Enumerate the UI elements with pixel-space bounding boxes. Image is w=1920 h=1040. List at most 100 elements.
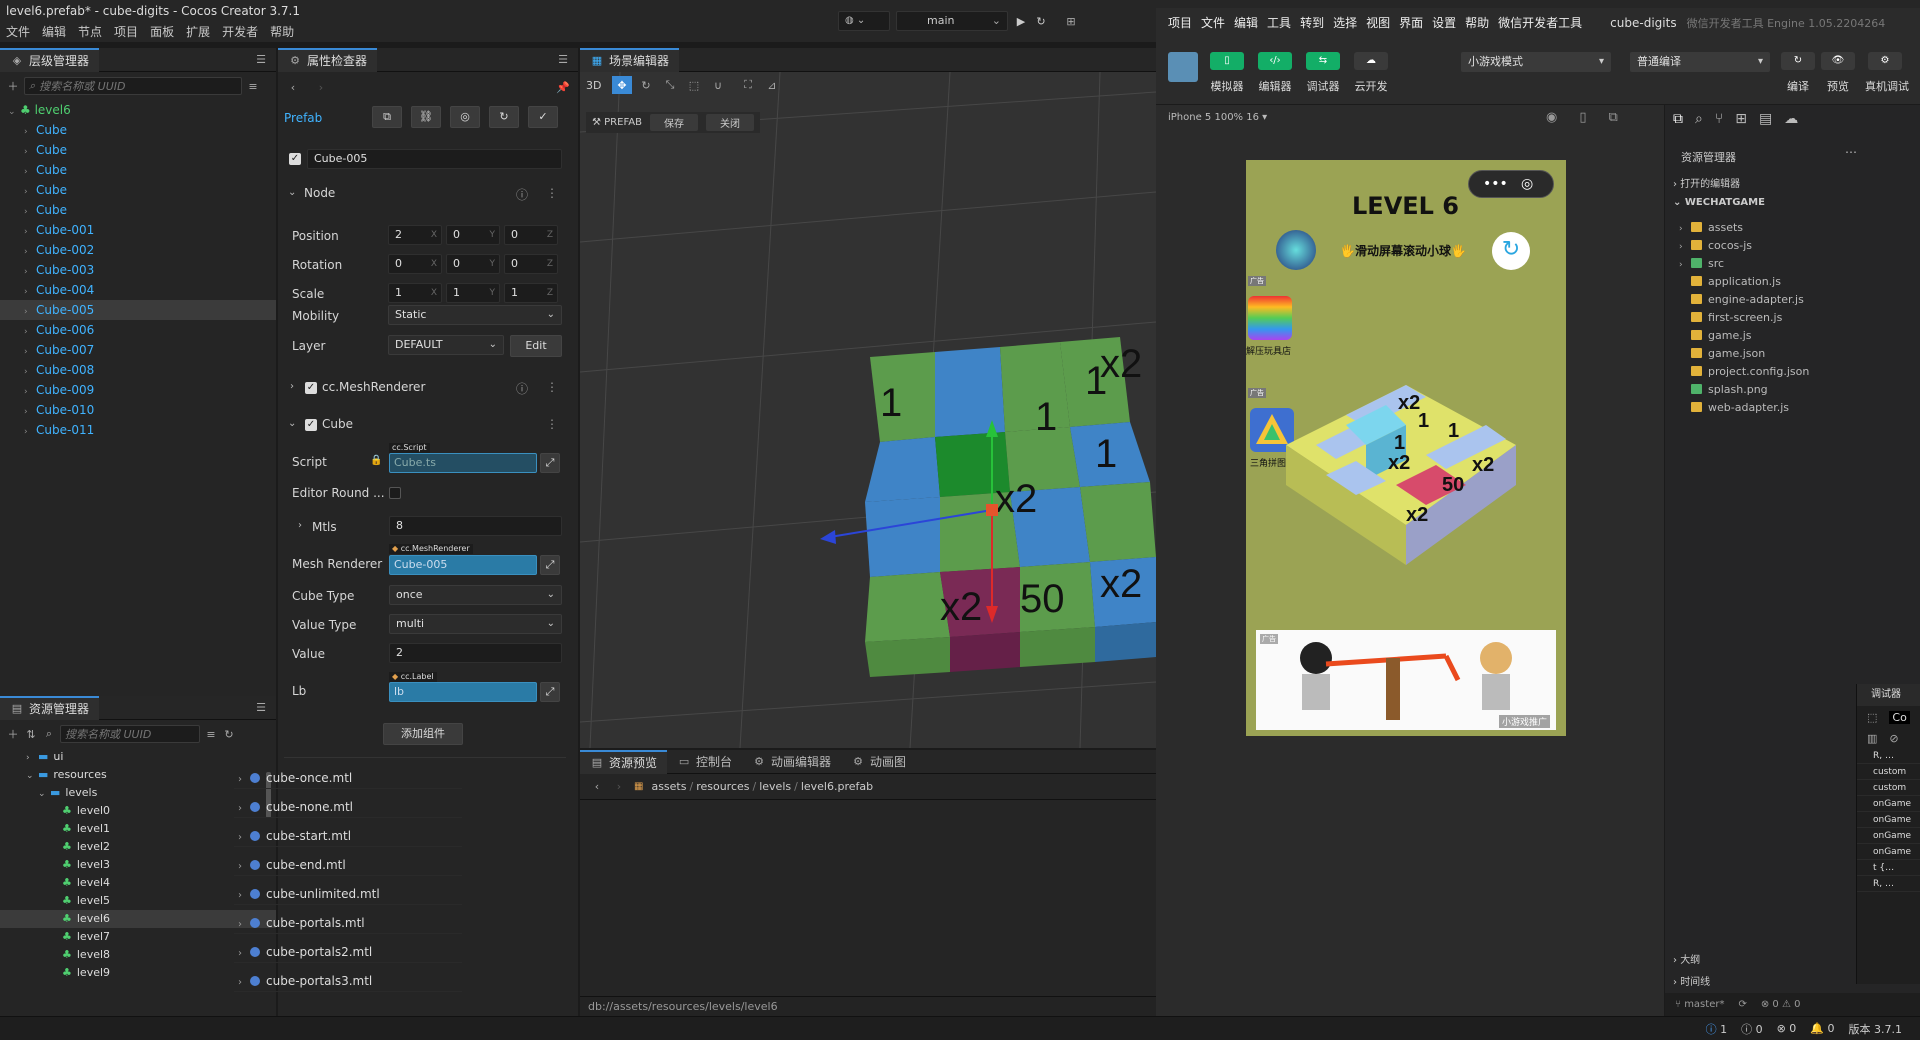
rect-tool-icon[interactable]: ⬚ — [684, 78, 704, 92]
chevron-right-icon[interactable]: › — [234, 769, 250, 791]
chevron-right-icon[interactable]: › — [234, 856, 250, 878]
hierarchy-item[interactable]: › Cube-011 — [0, 420, 276, 440]
refresh-icon[interactable]: ↻ — [222, 727, 236, 741]
info-indicator[interactable]: ⓘ 1 — [1706, 1021, 1728, 1037]
scale-tool-icon[interactable]: ⤡ — [660, 78, 680, 92]
problems-indicator[interactable]: ⊗ 0 ⚠ 0 — [1761, 993, 1801, 1016]
menu-item[interactable]: 扩展 — [186, 22, 210, 42]
user-avatar[interactable] — [1168, 52, 1198, 82]
explorer-file-item[interactable]: first-screen.js — [1679, 309, 1919, 327]
sync-icon[interactable]: ⟳ — [1738, 993, 1746, 1016]
more-icon[interactable]: ⋮ — [546, 380, 558, 394]
hierarchy-item[interactable]: › Cube — [0, 200, 276, 220]
explorer-file-item[interactable]: › assets — [1679, 219, 1919, 237]
scene-viewport[interactable]: 1 1x211x2x2 50 x2 — [580, 72, 1156, 748]
material-item[interactable]: › cube-portals3.mtl — [234, 970, 462, 992]
back-icon[interactable]: ‹ — [286, 80, 300, 94]
hierarchy-item[interactable]: › Cube-004 — [0, 280, 276, 300]
mtls-count-input[interactable]: 8 — [389, 516, 562, 536]
prefab-unlink-button[interactable]: ⛓ — [411, 106, 441, 128]
forward-icon[interactable]: › — [314, 80, 328, 94]
chevron-right-icon[interactable]: › — [24, 302, 36, 322]
scene-select[interactable]: main ⌄ — [896, 11, 1008, 31]
chevron-right-icon[interactable]: › — [234, 914, 250, 936]
explorer-file-item[interactable]: › cocos-js — [1679, 237, 1919, 255]
tab-animation[interactable]: ⚙ 动画编辑器 — [742, 750, 841, 774]
material-item[interactable]: › cube-once.mtl — [234, 767, 462, 789]
sidebar-icon[interactable]: ▥ — [1867, 732, 1877, 745]
rotate-tool-icon[interactable]: ↻ — [636, 78, 656, 92]
cloud-icon[interactable]: ☁ — [1354, 52, 1388, 70]
console-row[interactable]: onGame — [1857, 812, 1920, 828]
hierarchy-item[interactable]: › Cube-008 — [0, 360, 276, 380]
play-icon[interactable]: ▶ — [1014, 14, 1028, 28]
record-icon[interactable]: ◉ — [1546, 110, 1557, 125]
forward-icon[interactable]: › — [612, 780, 626, 794]
timeline-section[interactable]: › 时间线 — [1673, 973, 1710, 988]
mobility-select[interactable]: Static ⌄ — [388, 305, 562, 325]
chevron-right-icon[interactable]: › — [234, 885, 250, 907]
menu-item[interactable]: 面板 — [150, 22, 174, 42]
explorer-file-item[interactable]: web-adapter.js — [1679, 399, 1919, 417]
scale-x-input[interactable]: 1X — [388, 283, 442, 303]
clear-icon[interactable]: ⊘ — [1889, 732, 1898, 745]
hierarchy-search-input[interactable] — [39, 79, 241, 93]
prefab-apply-button[interactable]: ✓ — [528, 106, 558, 128]
breadcrumb-item[interactable]: level6.prefab — [801, 780, 873, 793]
prefab-revert-button[interactable]: ↻ — [489, 106, 519, 128]
hierarchy-item[interactable]: › Cube-002 — [0, 240, 276, 260]
chevron-right-icon[interactable]: › — [1679, 256, 1691, 274]
wechat-menu-item[interactable]: 文件 — [1201, 10, 1225, 36]
back-icon[interactable]: ‹ — [590, 780, 604, 794]
files-icon[interactable]: ⧉ — [1673, 111, 1683, 127]
breadcrumb-item[interactable]: levels — [759, 780, 791, 793]
tab-animation-graph[interactable]: ⚙ 动画图 — [841, 750, 916, 774]
explorer-file-item[interactable]: game.json — [1679, 345, 1919, 363]
pin-icon[interactable]: 📌 — [556, 80, 570, 94]
compile-icon[interactable]: ↻ — [1781, 52, 1815, 70]
explorer-file-item[interactable]: engine-adapter.js — [1679, 291, 1919, 309]
mode-3d-toggle[interactable]: 3D — [586, 79, 608, 92]
explorer-file-item[interactable]: project.config.json — [1679, 363, 1919, 381]
menu-icon[interactable]: ☰ — [556, 53, 570, 67]
chevron-down-icon[interactable]: ⌄ — [288, 418, 296, 429]
console-row[interactable]: t {… — [1857, 860, 1920, 876]
error-indicator[interactable]: ⊗ 0 — [1777, 1022, 1797, 1035]
scale-z-input[interactable]: 1Z — [504, 283, 558, 303]
frame-icon[interactable]: ⛶ — [738, 78, 758, 92]
script-picker-icon[interactable]: ⤢ — [540, 453, 560, 473]
mode-select[interactable]: 小游戏模式 ▾ — [1461, 52, 1611, 72]
material-item[interactable]: › cube-end.mtl — [234, 854, 462, 876]
menu-icon[interactable]: ☰ — [254, 701, 268, 715]
game-simulator[interactable]: ••• ◎ LEVEL 6 🖐滑动屏幕滚动小球🖐 ↻ 广告 解压玩具店 广告 三… — [1246, 160, 1566, 736]
panel-icon[interactable]: ▤ — [1759, 111, 1772, 127]
compile-select[interactable]: 普通编译 ▾ — [1630, 52, 1770, 72]
more-dots-icon[interactable]: ••• — [1483, 171, 1508, 197]
grid-icon[interactable]: ⊞ — [1064, 14, 1078, 28]
chevron-icon[interactable]: ⌄ — [26, 767, 38, 785]
chevron-right-icon[interactable]: › — [24, 422, 36, 442]
position-x-input[interactable]: 2X — [388, 225, 442, 245]
outline-section[interactable]: › 大纲 — [1673, 951, 1700, 966]
material-item[interactable]: › cube-none.mtl — [234, 796, 462, 818]
add-component-button[interactable]: 添加组件 — [383, 723, 463, 745]
hierarchy-item[interactable]: › Cube-007 — [0, 340, 276, 360]
wechat-tool-label[interactable]: 调试器 — [1297, 78, 1349, 94]
value-input[interactable]: 2 — [389, 643, 562, 663]
tab-inspector[interactable]: ⚙ 属性检查器 — [278, 47, 378, 72]
chevron-right-icon[interactable]: › — [24, 242, 36, 262]
hierarchy-item[interactable]: › Cube-005 — [0, 300, 276, 320]
snap-icon[interactable]: ⊿ — [762, 78, 782, 92]
notification-indicator[interactable]: 🔔 0 — [1810, 1022, 1834, 1035]
chevron-right-icon[interactable]: › — [24, 382, 36, 402]
remote-debug-icon[interactable]: ⚙ — [1868, 52, 1902, 70]
chevron-right-icon[interactable]: › — [290, 381, 294, 392]
more-icon[interactable]: ⋮ — [546, 186, 558, 200]
tab-folder[interactable]: ▤ 资源预览 — [580, 749, 668, 774]
preview-icon[interactable]: 👁 — [1821, 52, 1855, 70]
capsule-menu[interactable]: ••• ◎ — [1468, 170, 1554, 198]
chevron-icon[interactable]: ⌄ — [38, 785, 50, 803]
wechat-menu-item[interactable]: 设置 — [1432, 10, 1456, 36]
project-root-section[interactable]: ⌄ WECHATGAME — [1673, 197, 1765, 208]
wechat-menu-item[interactable]: 界面 — [1399, 10, 1423, 36]
